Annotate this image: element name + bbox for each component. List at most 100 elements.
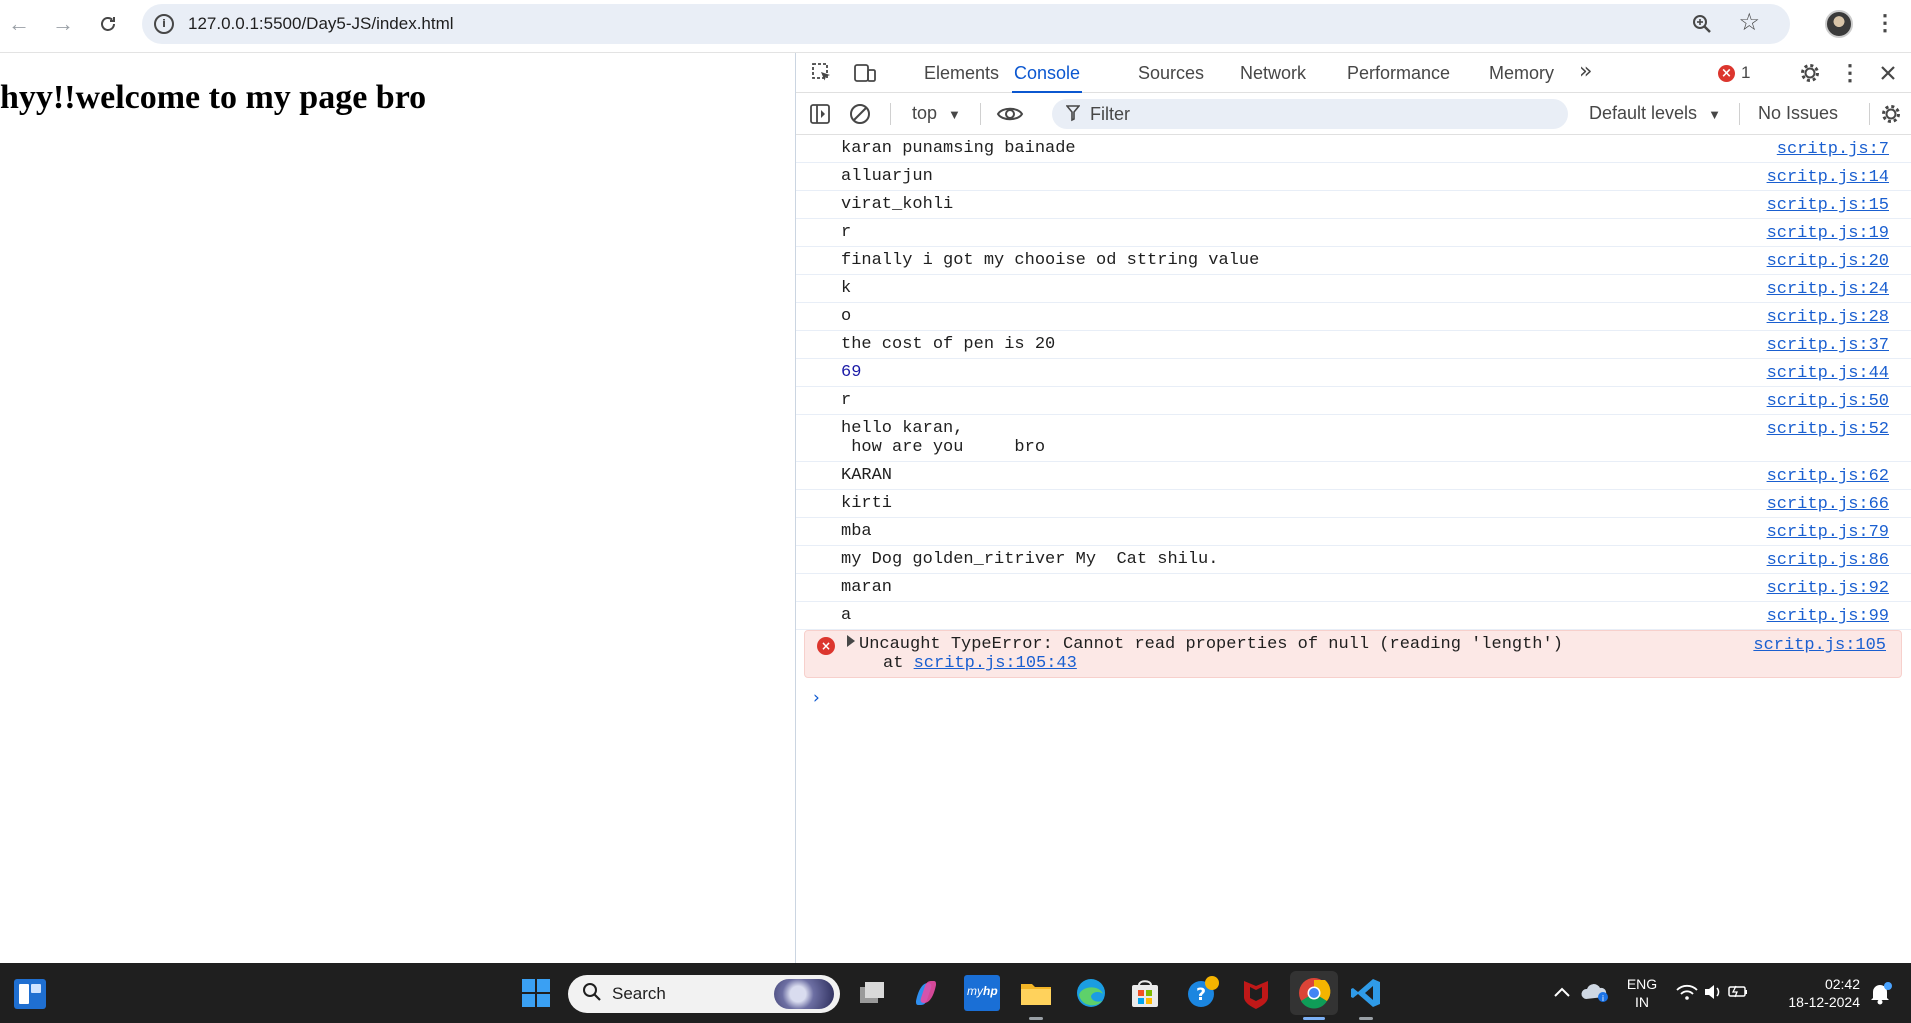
stack-at-label: at (883, 654, 904, 673)
source-link[interactable]: scritp.js:7 (1777, 140, 1889, 159)
profile-avatar[interactable] (1825, 10, 1853, 38)
tab-sources[interactable]: Sources (1136, 53, 1206, 93)
forward-icon[interactable]: → (49, 10, 77, 38)
console-message-text: kirti (841, 494, 893, 513)
sidebar-toggle-icon[interactable] (808, 102, 832, 126)
vscode-icon[interactable] (1348, 975, 1384, 1011)
clear-console-icon[interactable] (848, 102, 872, 126)
system-tray-status[interactable] (1673, 977, 1753, 1007)
file-explorer-icon[interactable] (1018, 975, 1054, 1011)
console-message-text: mba (841, 522, 872, 541)
console-filter-bar: top ▼ Filter Default levels ▼ No Issues (796, 93, 1911, 135)
site-info-icon[interactable]: i (154, 14, 174, 34)
console-settings-gear-icon[interactable] (1879, 102, 1903, 126)
edge-browser-icon[interactable] (1073, 975, 1109, 1011)
more-tabs-icon[interactable]: » (1579, 61, 1603, 85)
tab-performance[interactable]: Performance (1345, 53, 1452, 93)
source-link[interactable]: scritp.js:15 (1767, 196, 1889, 215)
source-link[interactable]: scritp.js:14 (1767, 168, 1889, 187)
error-count-badge[interactable]: × 1 (1718, 63, 1750, 83)
mcafee-icon[interactable] (1238, 975, 1274, 1011)
copilot-icon[interactable] (908, 975, 944, 1011)
error-icon: × (1718, 64, 1735, 82)
source-link[interactable]: scritp.js:44 (1767, 364, 1889, 383)
devtools-menu-icon[interactable]: ⋮ (1838, 61, 1862, 85)
console-message-text: 69 (841, 363, 862, 382)
chevron-up-icon[interactable] (1544, 977, 1580, 1013)
source-link[interactable]: scritp.js:28 (1767, 308, 1889, 327)
console-message: 69 scritp.js:44 (796, 359, 1911, 387)
clock[interactable]: 02:42 18-12-2024 (1770, 975, 1860, 1011)
console-message-text: finally i got my chooise od sttring valu… (841, 251, 1260, 270)
back-icon[interactable]: ← (5, 10, 33, 38)
tab-console[interactable]: Console (1012, 53, 1083, 93)
search-label: Search (612, 984, 666, 1003)
divider (1739, 103, 1740, 125)
filter-placeholder: Filter (1090, 104, 1130, 124)
source-link[interactable]: scritp.js:37 (1767, 336, 1889, 355)
console-message: hello karan, how are you bro scritp.js:52 (796, 415, 1911, 462)
clock-date: 18-12-2024 (1788, 994, 1860, 1010)
console-message: o scritp.js:28 (796, 303, 1911, 331)
console-message-text: hello karan, how are you bro (841, 419, 1046, 457)
running-indicator (1359, 1017, 1373, 1020)
source-link[interactable]: scritp.js:99 (1767, 607, 1889, 626)
myhp-icon[interactable]: myhp (964, 975, 1000, 1011)
source-link[interactable]: scritp.js:66 (1767, 495, 1889, 514)
source-link[interactable]: scritp.js:86 (1767, 551, 1889, 570)
taskbar-search[interactable]: Search (568, 975, 840, 1013)
console-message: finally i got my chooise od sttring valu… (796, 247, 1911, 275)
chrome-icon[interactable] (1290, 971, 1338, 1015)
url-text[interactable]: 127.0.0.1:5500/Day5-JS/index.html (188, 14, 454, 34)
running-indicator (1029, 1017, 1043, 1020)
source-link[interactable]: scritp.js:19 (1767, 224, 1889, 243)
console-message: the cost of pen is 20 scritp.js:37 (796, 331, 1911, 359)
myhp-logo: myhp (967, 984, 998, 998)
task-view-icon[interactable] (854, 975, 890, 1011)
error-icon: × (817, 637, 835, 655)
source-link[interactable]: scritp.js:52 (1767, 420, 1889, 439)
inspect-element-icon[interactable] (810, 61, 834, 85)
microsoft-store-icon[interactable] (1127, 975, 1163, 1011)
source-link[interactable]: scritp.js:79 (1767, 523, 1889, 542)
console-messages: karan punamsing bainade scritp.js:7 alluar… (796, 135, 1911, 708)
close-devtools-icon[interactable] (1876, 61, 1900, 85)
bookmark-star-icon[interactable]: ☆ (1738, 10, 1760, 36)
device-toolbar-icon[interactable] (853, 61, 877, 85)
page-heading: hyy!!welcome to my page bro (0, 79, 427, 116)
tab-memory[interactable]: Memory (1487, 53, 1556, 93)
live-expression-eye-icon[interactable] (996, 102, 1024, 126)
console-message-text: a (841, 606, 852, 625)
tab-elements[interactable]: Elements (922, 53, 1001, 93)
address-bar[interactable]: i 127.0.0.1:5500/Day5-JS/index.html ☆ (142, 4, 1790, 44)
console-filter-input[interactable]: Filter (1052, 99, 1568, 129)
console-message: my Dog golden_ritriver My Cat shilu. scri… (796, 546, 1911, 574)
source-link[interactable]: scritp.js:50 (1767, 392, 1889, 411)
tab-network[interactable]: Network (1238, 53, 1308, 93)
help-tips-icon[interactable]: ? (1184, 975, 1220, 1011)
onedrive-icon[interactable]: i (1578, 977, 1614, 1013)
console-prompt-icon[interactable]: › (813, 688, 1911, 708)
active-indicator (1303, 1017, 1325, 1020)
clock-time: 02:42 (1824, 976, 1860, 992)
settings-gear-icon[interactable] (1798, 61, 1822, 85)
notification-bell-icon[interactable] (1866, 979, 1894, 1007)
error-source-link[interactable]: scritp.js:105 (1753, 636, 1886, 655)
source-link[interactable]: scritp.js:62 (1767, 467, 1889, 486)
devtools-tab-bar: Elements Console Sources Network Perform… (796, 53, 1911, 93)
context-select[interactable]: top ▼ (912, 103, 961, 124)
expand-triangle-icon[interactable] (847, 635, 855, 647)
stack-trace-link[interactable]: scritp.js:105:43 (914, 654, 1077, 673)
language-indicator[interactable]: ENG IN (1622, 975, 1662, 1011)
source-link[interactable]: scritp.js:20 (1767, 252, 1889, 271)
reload-icon[interactable] (94, 10, 122, 38)
issues-button[interactable]: No Issues (1758, 103, 1838, 124)
console-message-text: my Dog golden_ritriver My Cat shilu. (841, 550, 1219, 569)
source-link[interactable]: scritp.js:24 (1767, 280, 1889, 299)
source-link[interactable]: scritp.js:92 (1767, 579, 1889, 598)
zoom-icon[interactable] (1690, 12, 1714, 36)
browser-menu-icon[interactable]: ⋮ (1874, 10, 1896, 38)
widgets-icon[interactable] (14, 979, 46, 1009)
start-windows-icon[interactable] (518, 975, 554, 1011)
log-levels-dropdown[interactable]: Default levels ▼ (1589, 103, 1721, 124)
